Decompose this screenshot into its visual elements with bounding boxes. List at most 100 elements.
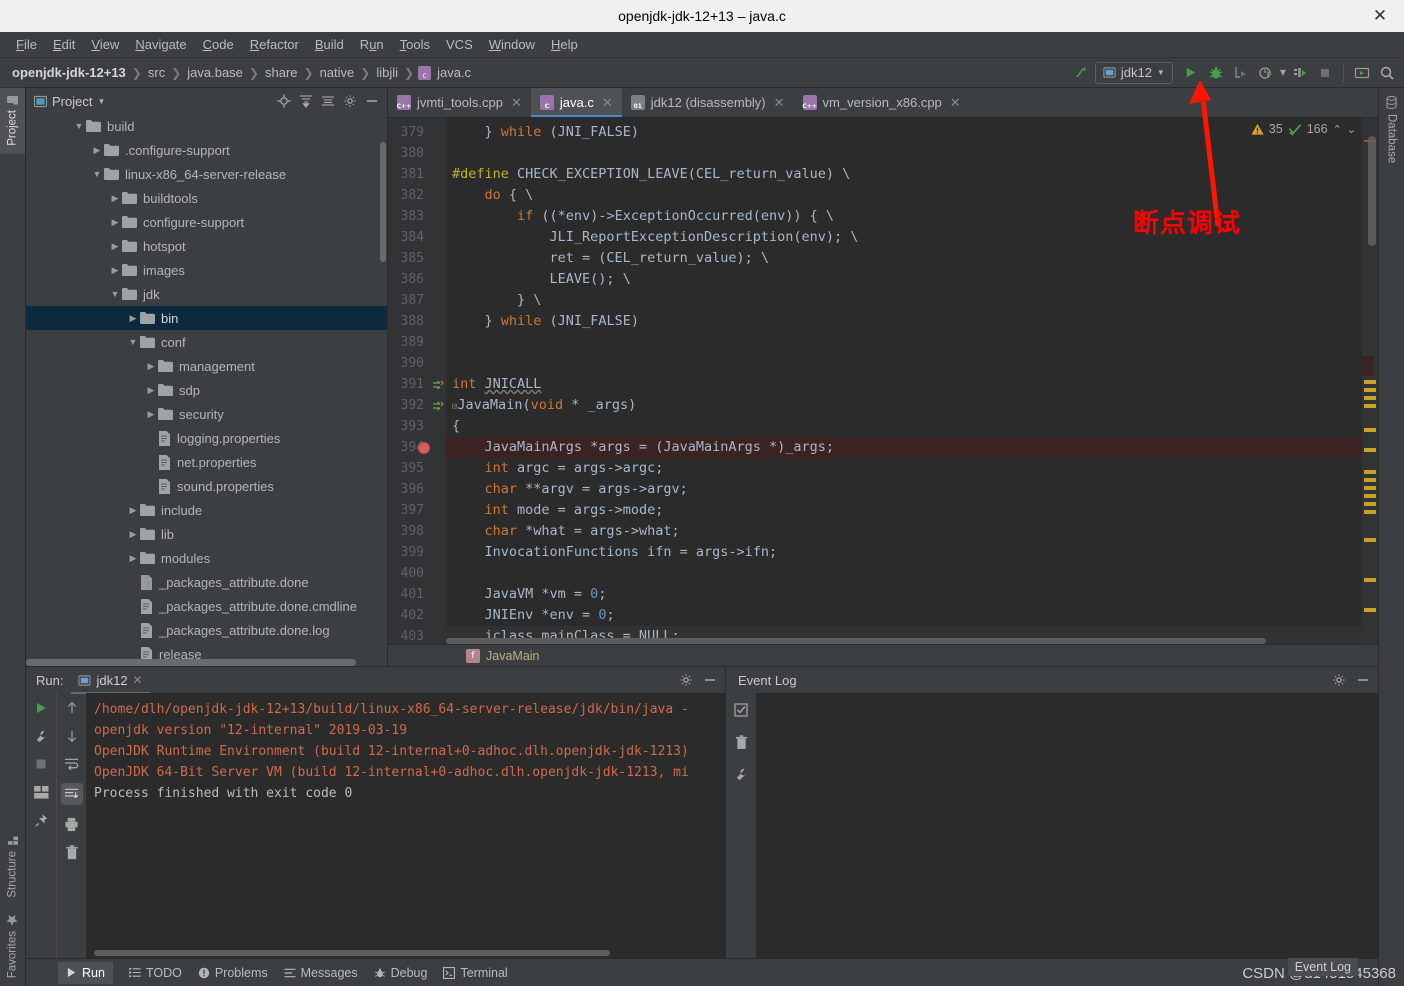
status-bar-item-todo[interactable]: TODO [128, 966, 182, 980]
editor-gutter[interactable]: 379 380 381 382 383 384 385 386 387 388 389 390 391 3… [388, 118, 446, 644]
stripe-marker-warning[interactable] [1364, 502, 1376, 506]
menu-item-help[interactable]: Help [543, 35, 586, 54]
code-line[interactable]: { [446, 416, 1362, 437]
pin-icon[interactable] [32, 811, 50, 829]
stripe-marker-warning[interactable] [1364, 538, 1376, 542]
rerun-icon[interactable] [32, 699, 50, 717]
code-line[interactable]: LEAVE(); \ [446, 269, 1362, 290]
stripe-marker-error[interactable] [1364, 140, 1376, 142]
gutter-line[interactable]: 399 [388, 542, 446, 563]
chevron-down-icon[interactable]: ▼ [1280, 68, 1286, 77]
menu-item-view[interactable]: View [83, 35, 127, 54]
chevron-down-icon[interactable]: ▼ [126, 337, 140, 347]
menu-item-refactor[interactable]: Refactor [242, 35, 307, 54]
project-tree-scrollbar[interactable] [380, 142, 386, 262]
gutter-line[interactable]: 396 [388, 479, 446, 500]
close-icon[interactable]: ✕ [950, 95, 961, 111]
menu-item-run[interactable]: Run [352, 35, 392, 54]
code-line[interactable]: int argc = args->argc; [446, 458, 1362, 479]
status-bar-item-debug[interactable]: Debug [374, 966, 427, 980]
code-line[interactable]: JavaVM *vm = 0; [446, 584, 1362, 605]
sidebar-item-favorites[interactable]: Favorites [0, 906, 25, 986]
soft-wrap-icon[interactable] [63, 755, 81, 773]
chevron-down-icon[interactable]: ▼ [108, 289, 122, 299]
down-icon[interactable] [63, 727, 81, 745]
chevron-right-icon[interactable]: ▶ [108, 265, 122, 276]
breadcrumb-item-native[interactable]: native [318, 65, 357, 80]
tree-node[interactable]: logging.properties [26, 426, 387, 450]
gutter-line[interactable]: 385 [388, 248, 446, 269]
stop-icon[interactable] [1314, 62, 1336, 84]
gutter-line[interactable]: 402 [388, 605, 446, 626]
implementation-marker-icon[interactable] [432, 400, 444, 412]
chevron-right-icon[interactable]: ▶ [144, 361, 158, 372]
menu-item-code[interactable]: Code [195, 35, 242, 54]
gutter-line[interactable]: 379 [388, 122, 446, 143]
chevron-up-icon[interactable]: ⌃ [1333, 123, 1342, 136]
code-line[interactable]: char *what = args->what; [446, 521, 1362, 542]
code-line[interactable] [446, 332, 1362, 353]
event-log-status-label[interactable]: Event Log [1287, 958, 1358, 976]
gutter-line[interactable]: 397 [388, 500, 446, 521]
chevron-right-icon[interactable]: ▶ [108, 217, 122, 228]
tree-node[interactable]: ▶ security [26, 402, 387, 426]
trash-icon[interactable] [63, 843, 81, 861]
status-bar-item-run[interactable]: Run [58, 961, 113, 984]
tree-node[interactable]: ▶ buildtools [26, 186, 387, 210]
editor-tab-java-c[interactable]: Cjava.c ✕ [530, 88, 622, 117]
gutter-line[interactable]: 384 [388, 227, 446, 248]
stripe-marker-warning[interactable] [1364, 478, 1376, 482]
gutter-line[interactable]: 392 [388, 395, 446, 416]
stripe-marker-warning[interactable] [1364, 388, 1376, 392]
tree-node[interactable]: ▼ jdk [26, 282, 387, 306]
stripe-marker-warning[interactable] [1364, 448, 1376, 452]
gutter-line[interactable]: 381 [388, 164, 446, 185]
stripe-marker-warning[interactable] [1364, 578, 1376, 582]
tree-node[interactable]: ▶ management [26, 354, 387, 378]
gutter-line[interactable]: 389 [388, 332, 446, 353]
editor-tab-vm-version-x86-cpp[interactable]: C++ vm_version_x86.cpp ✕ [794, 88, 970, 117]
stripe-marker-warning[interactable] [1364, 494, 1376, 498]
gutter-line[interactable]: 390 [388, 353, 446, 374]
gutter-line[interactable]: 394 [388, 437, 446, 458]
breadcrumb-item-java-c[interactable]: java.c [435, 65, 473, 80]
gutter-line[interactable]: 393 [388, 416, 446, 437]
project-tree-hscrollbar[interactable] [26, 659, 387, 666]
status-bar-item-terminal[interactable]: Terminal [443, 966, 508, 980]
gutter-line[interactable]: 383 [388, 206, 446, 227]
chevron-right-icon[interactable]: ▶ [144, 385, 158, 396]
tree-node[interactable]: ▼ linux-x86_64-server-release [26, 162, 387, 186]
gutter-line[interactable]: 403 [388, 626, 446, 647]
minimize-icon[interactable] [701, 671, 719, 689]
tree-node[interactable]: ▶ include [26, 498, 387, 522]
stop-icon[interactable] [32, 755, 50, 773]
gear-icon[interactable] [1330, 671, 1348, 689]
editor-tab-jvmti-tools-cpp[interactable]: C++ jvmti_tools.cpp ✕ [388, 88, 531, 117]
gutter-line[interactable]: 386 [388, 269, 446, 290]
editor-scrollbar[interactable] [1368, 136, 1376, 246]
code-line[interactable]: int JNICALL [446, 374, 1362, 395]
close-icon[interactable]: ✕ [774, 95, 785, 111]
editor-tab-jdk12--disassembly-[interactable]: 01 jdk12 (disassembly) ✕ [622, 88, 794, 117]
run-tab-jdk12[interactable]: jdk12 ✕ [71, 670, 150, 694]
sidebar-item-project[interactable]: Project [0, 88, 25, 154]
code-line[interactable]: #define CHECK_EXCEPTION_LEAVE(CEL_return… [446, 164, 1362, 185]
code-line[interactable]: JavaMainArgs *args = (JavaMainArgs *)_ar… [446, 437, 1362, 458]
close-icon[interactable]: ✕ [602, 95, 613, 111]
menu-item-navigate[interactable]: Navigate [127, 35, 194, 54]
tree-node[interactable]: ? _packages_attribute.done [26, 570, 387, 594]
breadcrumb-item-libjli[interactable]: libjli [374, 65, 400, 80]
run-console[interactable]: /home/dlh/openjdk-jdk-12+13/build/linux-… [86, 693, 725, 958]
tree-node[interactable]: ▶ hotspot [26, 234, 387, 258]
menu-item-build[interactable]: Build [307, 35, 352, 54]
gutter-line[interactable]: 400 [388, 563, 446, 584]
mark-read-icon[interactable] [732, 701, 750, 719]
gutter-line[interactable]: 388 [388, 311, 446, 332]
tree-node[interactable]: ▶ configure-support [26, 210, 387, 234]
trash-icon[interactable] [732, 733, 750, 751]
wrench-icon[interactable] [32, 727, 50, 745]
tree-node[interactable]: ▼ conf [26, 330, 387, 354]
wrench-icon[interactable] [732, 765, 750, 783]
stripe-marker-warning[interactable] [1364, 470, 1376, 474]
gutter-line[interactable]: 395 [388, 458, 446, 479]
